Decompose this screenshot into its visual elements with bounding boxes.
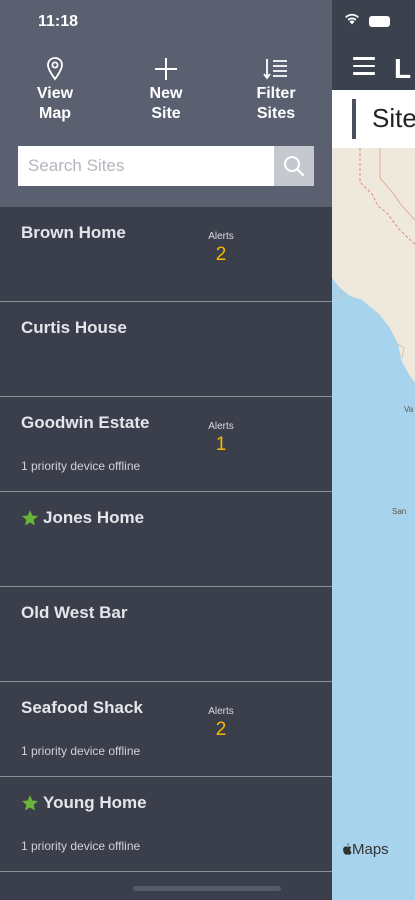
site-row-seafood-shack[interactable]: Seafood Shack Alerts 2 1 priority device… — [0, 682, 332, 777]
apple-maps-attribution: Maps — [342, 841, 389, 858]
location-pin-icon — [47, 57, 63, 81]
title-accent — [352, 99, 356, 139]
sites-drawer: 11:18 View Map New Site Filter Sites Sea… — [0, 0, 332, 900]
alerts-indicator: Alerts 2 — [195, 706, 247, 741]
apple-logo-icon — [343, 843, 352, 855]
sort-filter-icon — [263, 59, 287, 80]
site-status-note: 1 priority device offline — [21, 839, 141, 853]
site-name: Old West Bar — [21, 603, 128, 622]
search-bar — [18, 146, 314, 186]
wifi-icon — [345, 13, 359, 25]
maps-attribution-text: Maps — [352, 841, 389, 858]
alerts-label: Alerts — [208, 231, 234, 242]
battery-icon — [369, 16, 390, 27]
site-name: Young Home — [21, 793, 147, 813]
search-icon — [284, 156, 305, 177]
home-indicator — [133, 886, 281, 891]
site-status-note: 1 priority device offline — [21, 744, 141, 758]
alerts-indicator: Alerts 1 — [195, 421, 247, 456]
search-input[interactable] — [18, 146, 274, 186]
site-name: Brown Home — [21, 223, 126, 242]
site-row-goodwin-estate[interactable]: Goodwin Estate Alerts 1 1 priority devic… — [0, 397, 332, 492]
view-map-button[interactable]: View Map — [15, 56, 95, 124]
alerts-indicator: Alerts 2 — [195, 231, 247, 266]
main-content: L Site Va San Maps — [332, 0, 415, 900]
search-button[interactable] — [274, 146, 314, 186]
view-map-label: View Map — [36, 85, 74, 122]
filter-sites-label: Filter Sites — [256, 85, 296, 122]
alerts-label: Alerts — [208, 706, 234, 717]
page-title-bar: Site — [332, 90, 415, 148]
page-title: Site — [372, 103, 415, 133]
map-label-va: Va — [404, 405, 414, 414]
alerts-count: 1 — [215, 434, 227, 455]
status-time: 11:18 — [38, 13, 79, 30]
map-view[interactable]: Va San — [332, 148, 415, 900]
site-row-young-home[interactable]: Young Home 1 priority device offline — [0, 777, 332, 872]
filter-sites-button[interactable]: Filter Sites — [236, 56, 316, 124]
site-name: Curtis House — [21, 318, 127, 337]
alerts-label: Alerts — [208, 421, 234, 432]
map-canvas: Va San — [332, 148, 415, 900]
alerts-count: 2 — [215, 244, 227, 265]
drawer-header: 11:18 View Map New Site Filter Sites — [0, 0, 332, 207]
status-bar-right — [332, 0, 415, 44]
app-logo: L — [394, 53, 413, 84]
site-row-curtis-house[interactable]: Curtis House — [0, 302, 332, 397]
map-label-san: San — [392, 507, 406, 516]
site-row-brown-home[interactable]: Brown Home Alerts 2 — [0, 207, 332, 302]
site-name: Jones Home — [21, 508, 144, 528]
new-site-label: New Site — [149, 85, 183, 122]
site-list: Brown Home Alerts 2 Curtis House Goodwin… — [0, 207, 332, 872]
plus-icon — [155, 58, 177, 80]
site-name: Seafood Shack — [21, 698, 143, 717]
menu-icon[interactable] — [353, 57, 375, 80]
site-row-jones-home[interactable]: Jones Home — [0, 492, 332, 587]
alerts-count: 2 — [215, 719, 227, 740]
new-site-button[interactable]: New Site — [126, 56, 206, 124]
site-name: Goodwin Estate — [21, 413, 150, 432]
site-row-old-west-bar[interactable]: Old West Bar — [0, 587, 332, 682]
favorite-star-icon — [21, 510, 39, 526]
site-status-note: 1 priority device offline — [21, 459, 141, 473]
main-nav-bar: L — [332, 44, 415, 90]
favorite-star-icon — [21, 795, 39, 811]
